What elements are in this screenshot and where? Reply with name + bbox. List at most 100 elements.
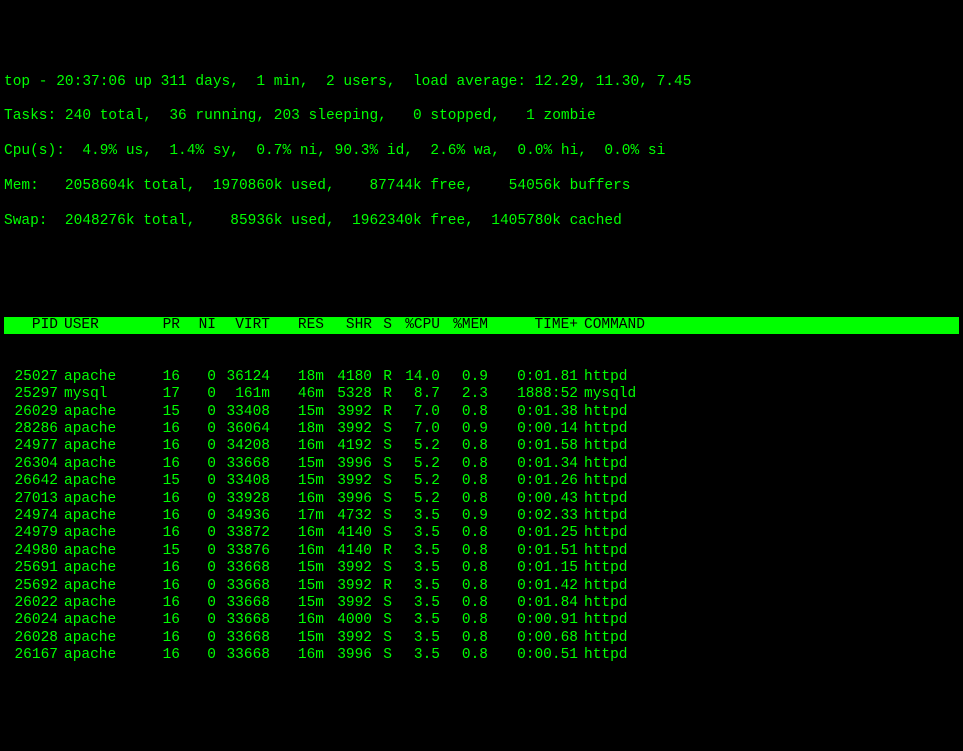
cell-user: apache: [58, 491, 144, 508]
process-table-header: PID USER PR NI VIRT RES SHR S %CPU %MEM …: [4, 317, 959, 334]
cell-user: apache: [58, 578, 144, 595]
process-row[interactable]: 26167apache1603366816m3996S3.50.80:00.51…: [4, 647, 959, 664]
cell-pr: 16: [144, 456, 180, 473]
header-time[interactable]: TIME+: [488, 317, 578, 334]
cell-mem: 2.3: [440, 386, 488, 403]
process-row[interactable]: 28286apache1603606418m3992S7.00.90:00.14…: [4, 421, 959, 438]
cell-shr: 4732: [324, 508, 372, 525]
top-summary-tasks: Tasks: 240 total, 36 running, 203 sleepi…: [4, 108, 959, 125]
process-row[interactable]: 24980apache1503387616m4140R3.50.80:01.51…: [4, 543, 959, 560]
cell-res: 18m: [270, 421, 324, 438]
process-row[interactable]: 25691apache1603366815m3992S3.50.80:01.15…: [4, 560, 959, 577]
cell-mem: 0.9: [440, 369, 488, 386]
cell-pr: 16: [144, 595, 180, 612]
cell-res: 17m: [270, 508, 324, 525]
cell-user: apache: [58, 473, 144, 490]
process-row[interactable]: 24974apache1603493617m4732S3.50.90:02.33…: [4, 508, 959, 525]
cell-user: apache: [58, 560, 144, 577]
cell-time: 0:00.51: [488, 647, 578, 664]
cell-s: S: [372, 595, 392, 612]
cell-mem: 0.8: [440, 630, 488, 647]
cell-user: apache: [58, 456, 144, 473]
process-row[interactable]: 24979apache1603387216m4140S3.50.80:01.25…: [4, 525, 959, 542]
cell-shr: 3996: [324, 456, 372, 473]
cell-cpu: 7.0: [392, 421, 440, 438]
header-ni[interactable]: NI: [180, 317, 216, 334]
cell-user: apache: [58, 438, 144, 455]
header-user[interactable]: USER: [58, 317, 144, 334]
header-pr[interactable]: PR: [144, 317, 180, 334]
cell-shr: 3996: [324, 491, 372, 508]
cell-shr: 3992: [324, 473, 372, 490]
cell-virt: 33408: [216, 473, 270, 490]
cell-pid: 26642: [4, 473, 58, 490]
cell-shr: 3992: [324, 630, 372, 647]
cell-s: S: [372, 525, 392, 542]
cell-cmd: httpd: [578, 421, 704, 438]
header-cmd[interactable]: COMMAND: [578, 317, 704, 334]
cell-virt: 33668: [216, 612, 270, 629]
cell-pr: 16: [144, 612, 180, 629]
header-virt[interactable]: VIRT: [216, 317, 270, 334]
cell-cpu: 5.2: [392, 438, 440, 455]
cell-user: apache: [58, 369, 144, 386]
cell-user: apache: [58, 525, 144, 542]
cell-pid: 26024: [4, 612, 58, 629]
process-row[interactable]: 27013apache1603392816m3996S5.20.80:00.43…: [4, 491, 959, 508]
cell-pid: 28286: [4, 421, 58, 438]
cell-mem: 0.8: [440, 612, 488, 629]
cell-cpu: 3.5: [392, 612, 440, 629]
cell-time: 0:01.51: [488, 543, 578, 560]
cell-time: 0:01.26: [488, 473, 578, 490]
cell-cpu: 5.2: [392, 473, 440, 490]
process-row[interactable]: 26022apache1603366815m3992S3.50.80:01.84…: [4, 595, 959, 612]
cell-shr: 5328: [324, 386, 372, 403]
cell-shr: 4140: [324, 525, 372, 542]
cell-pr: 16: [144, 421, 180, 438]
cell-time: 0:01.38: [488, 404, 578, 421]
process-row[interactable]: 26028apache1603366815m3992S3.50.80:00.68…: [4, 630, 959, 647]
header-mem[interactable]: %MEM: [440, 317, 488, 334]
cell-pid: 25691: [4, 560, 58, 577]
cell-virt: 33408: [216, 404, 270, 421]
cell-time: 0:00.68: [488, 630, 578, 647]
cell-time: 0:01.84: [488, 595, 578, 612]
cell-pid: 27013: [4, 491, 58, 508]
cell-pid: 26028: [4, 630, 58, 647]
blank-line: [4, 265, 959, 282]
cell-s: S: [372, 456, 392, 473]
cell-cmd: httpd: [578, 473, 704, 490]
cell-ni: 0: [180, 491, 216, 508]
header-shr[interactable]: SHR: [324, 317, 372, 334]
cell-time: 0:00.43: [488, 491, 578, 508]
cell-mem: 0.8: [440, 595, 488, 612]
process-row[interactable]: 26304apache1603366815m3996S5.20.80:01.34…: [4, 456, 959, 473]
process-row[interactable]: 26029apache1503340815m3992R7.00.80:01.38…: [4, 404, 959, 421]
process-row[interactable]: 25297mysql170161m46m5328R8.72.31888:52my…: [4, 386, 959, 403]
cell-cmd: httpd: [578, 595, 704, 612]
process-row[interactable]: 24977apache1603420816m4192S5.20.80:01.58…: [4, 438, 959, 455]
cell-pid: 26167: [4, 647, 58, 664]
process-row[interactable]: 25692apache1603366815m3992R3.50.80:01.42…: [4, 578, 959, 595]
cell-shr: 3992: [324, 560, 372, 577]
process-row[interactable]: 26024apache1603366816m4000S3.50.80:00.91…: [4, 612, 959, 629]
process-row[interactable]: 26642apache1503340815m3992S5.20.80:01.26…: [4, 473, 959, 490]
header-cpu[interactable]: %CPU: [392, 317, 440, 334]
cell-shr: 4000: [324, 612, 372, 629]
cell-s: S: [372, 508, 392, 525]
cell-cmd: mysqld: [578, 386, 704, 403]
cell-shr: 3996: [324, 647, 372, 664]
cell-cpu: 3.5: [392, 525, 440, 542]
process-row[interactable]: 25027apache1603612418m4180R14.00.90:01.8…: [4, 369, 959, 386]
cell-s: S: [372, 473, 392, 490]
cell-cpu: 5.2: [392, 491, 440, 508]
cell-ni: 0: [180, 421, 216, 438]
cell-cpu: 3.5: [392, 647, 440, 664]
header-pid[interactable]: PID: [4, 317, 58, 334]
header-res[interactable]: RES: [270, 317, 324, 334]
cell-time: 0:01.42: [488, 578, 578, 595]
cell-time: 0:01.58: [488, 438, 578, 455]
cell-cpu: 3.5: [392, 543, 440, 560]
header-s[interactable]: S: [372, 317, 392, 334]
process-table-body: 25027apache1603612418m4180R14.00.90:01.8…: [4, 369, 959, 665]
